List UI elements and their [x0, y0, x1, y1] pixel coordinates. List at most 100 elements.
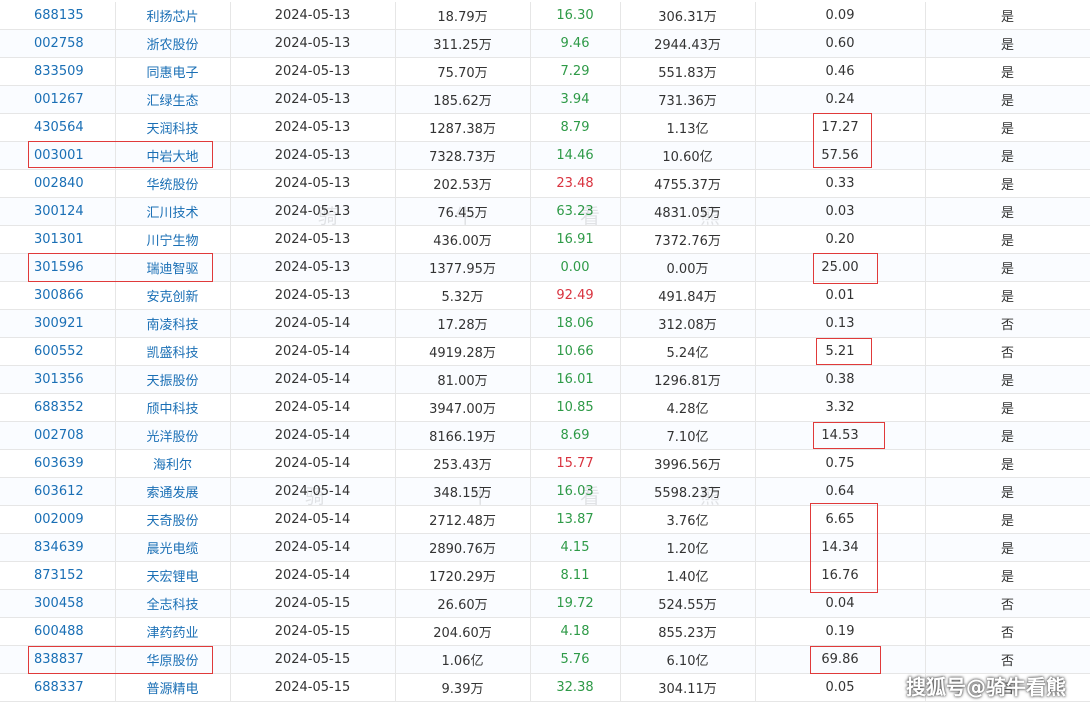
date-cell: 2024-05-13: [230, 197, 396, 226]
flag-cell: 否: [925, 589, 1090, 618]
value-cell: 4.28亿: [620, 393, 756, 422]
stock-name-link[interactable]: 普源精电: [115, 673, 231, 702]
amount-cell: 204.60万: [395, 617, 531, 646]
stock-name-link[interactable]: 安克创新: [115, 281, 231, 310]
stock-name-link[interactable]: 华原股份: [115, 645, 231, 674]
stock-name-link[interactable]: 天振股份: [115, 365, 231, 394]
amount-cell: 17.28万: [395, 309, 531, 338]
value-cell: 491.84万: [620, 281, 756, 310]
stock-code-link[interactable]: 873152: [0, 561, 116, 590]
stock-code-link[interactable]: 600552: [0, 337, 116, 366]
stock-name-link[interactable]: 津药药业: [115, 617, 231, 646]
change-cell: 16.30: [530, 2, 621, 30]
stock-name-link[interactable]: 天润科技: [115, 113, 231, 142]
table-row: 002009 天奇股份 2024-05-14 2712.48万 13.87 3.76亿 6.…: [0, 505, 1090, 534]
stock-name-link[interactable]: 同惠电子: [115, 57, 231, 86]
stock-code-link[interactable]: 833509: [0, 57, 116, 86]
stock-code-link[interactable]: 688352: [0, 393, 116, 422]
value-cell: 306.31万: [620, 2, 756, 30]
stock-code-link[interactable]: 001267: [0, 85, 116, 114]
amount-cell: 2890.76万: [395, 533, 531, 562]
stock-code-link[interactable]: 688337: [0, 673, 116, 702]
stock-code-link[interactable]: 002009: [0, 505, 116, 534]
date-cell: 2024-05-14: [230, 309, 396, 338]
stock-code-link[interactable]: 002758: [0, 29, 116, 58]
flag-cell: 是: [925, 533, 1090, 562]
flag-cell: 是: [925, 57, 1090, 86]
stock-name-link[interactable]: 川宁生物: [115, 225, 231, 254]
stock-name-link[interactable]: 天奇股份: [115, 505, 231, 534]
stock-name-link[interactable]: 天宏锂电: [115, 561, 231, 590]
stock-code-link[interactable]: 603639: [0, 449, 116, 478]
date-cell: 2024-05-14: [230, 393, 396, 422]
table-row: 688135 利扬芯片 2024-05-13 18.79万 16.30 306.31万 0.…: [0, 2, 1090, 30]
ratio-cell: 5.21: [755, 337, 926, 366]
flag-cell: 是: [925, 365, 1090, 394]
value-cell: 5.24亿: [620, 337, 756, 366]
stock-name-link[interactable]: 颀中科技: [115, 393, 231, 422]
value-cell: 7372.76万: [620, 225, 756, 254]
amount-cell: 1377.95万: [395, 253, 531, 282]
stock-code-link[interactable]: 600488: [0, 617, 116, 646]
stock-name-link[interactable]: 晨光电缆: [115, 533, 231, 562]
stock-name-link[interactable]: 光洋股份: [115, 421, 231, 450]
change-cell: 14.46: [530, 141, 621, 170]
stock-code-link[interactable]: 002840: [0, 169, 116, 198]
stock-code-link[interactable]: 603612: [0, 477, 116, 506]
stock-name-link[interactable]: 海利尔: [115, 449, 231, 478]
stock-code-link[interactable]: 301356: [0, 365, 116, 394]
flag-cell: 是: [925, 197, 1090, 226]
date-cell: 2024-05-14: [230, 421, 396, 450]
change-cell: 7.29: [530, 57, 621, 86]
amount-cell: 4919.28万: [395, 337, 531, 366]
stock-name-link[interactable]: 华统股份: [115, 169, 231, 198]
date-cell: 2024-05-15: [230, 617, 396, 646]
amount-cell: 18.79万: [395, 2, 531, 30]
stock-code-link[interactable]: 838837: [0, 645, 116, 674]
ratio-cell: 14.53: [755, 421, 926, 450]
flag-cell: 是: [925, 253, 1090, 282]
stock-code-link[interactable]: 300866: [0, 281, 116, 310]
stock-name-link[interactable]: 浙农股份: [115, 29, 231, 58]
change-cell: 16.01: [530, 365, 621, 394]
stock-name-link[interactable]: 索通发展: [115, 477, 231, 506]
stock-name-link[interactable]: 全志科技: [115, 589, 231, 618]
value-cell: 304.11万: [620, 673, 756, 702]
stock-name-link[interactable]: 瑞迪智驱: [115, 253, 231, 282]
amount-cell: 5.32万: [395, 281, 531, 310]
stock-code-link[interactable]: 002708: [0, 421, 116, 450]
stock-code-link[interactable]: 300124: [0, 197, 116, 226]
stock-name-link[interactable]: 凯盛科技: [115, 337, 231, 366]
stock-name-link[interactable]: 中岩大地: [115, 141, 231, 170]
change-cell: 0.00: [530, 253, 621, 282]
table-row: 833509 同惠电子 2024-05-13 75.70万 7.29 551.83万 0.4…: [0, 57, 1090, 86]
flag-cell: 是: [925, 281, 1090, 310]
stock-name-link[interactable]: 南凌科技: [115, 309, 231, 338]
stock-code-link[interactable]: 300458: [0, 589, 116, 618]
flag-cell: 是: [925, 561, 1090, 590]
date-cell: 2024-05-15: [230, 645, 396, 674]
faint-watermark-2: 牛: [455, 204, 475, 228]
stock-code-link[interactable]: 300921: [0, 309, 116, 338]
change-cell: 19.72: [530, 589, 621, 618]
table-row: 600488 津药药业 2024-05-15 204.60万 4.18 855.23万 0.…: [0, 617, 1090, 646]
table-row: 873152 天宏锂电 2024-05-14 1720.29万 8.11 1.40亿 16.…: [0, 561, 1090, 590]
stock-code-link[interactable]: 301596: [0, 253, 116, 282]
stock-code-link[interactable]: 834639: [0, 533, 116, 562]
stock-name-link[interactable]: 汇川技术: [115, 197, 231, 226]
date-cell: 2024-05-13: [230, 2, 396, 30]
stock-code-link[interactable]: 003001: [0, 141, 116, 170]
stock-name-link[interactable]: 利扬芯片: [115, 2, 231, 30]
stock-code-link[interactable]: 301301: [0, 225, 116, 254]
date-cell: 2024-05-13: [230, 225, 396, 254]
value-cell: 731.36万: [620, 85, 756, 114]
value-cell: 524.55万: [620, 589, 756, 618]
stock-code-link[interactable]: 688135: [0, 2, 116, 30]
date-cell: 2024-05-15: [230, 673, 396, 702]
stock-name-link[interactable]: 汇绿生态: [115, 85, 231, 114]
table-row: 603612 索通发展 2024-05-14 348.15万 16.03 5598.23万…: [0, 477, 1090, 506]
table-row: 003001 中岩大地 2024-05-13 7328.73万 14.46 10.60亿 5…: [0, 141, 1090, 170]
amount-cell: 348.15万: [395, 477, 531, 506]
stock-code-link[interactable]: 430564: [0, 113, 116, 142]
table-row: 002758 浙农股份 2024-05-13 311.25万 9.46 2944.43万 0…: [0, 29, 1090, 58]
